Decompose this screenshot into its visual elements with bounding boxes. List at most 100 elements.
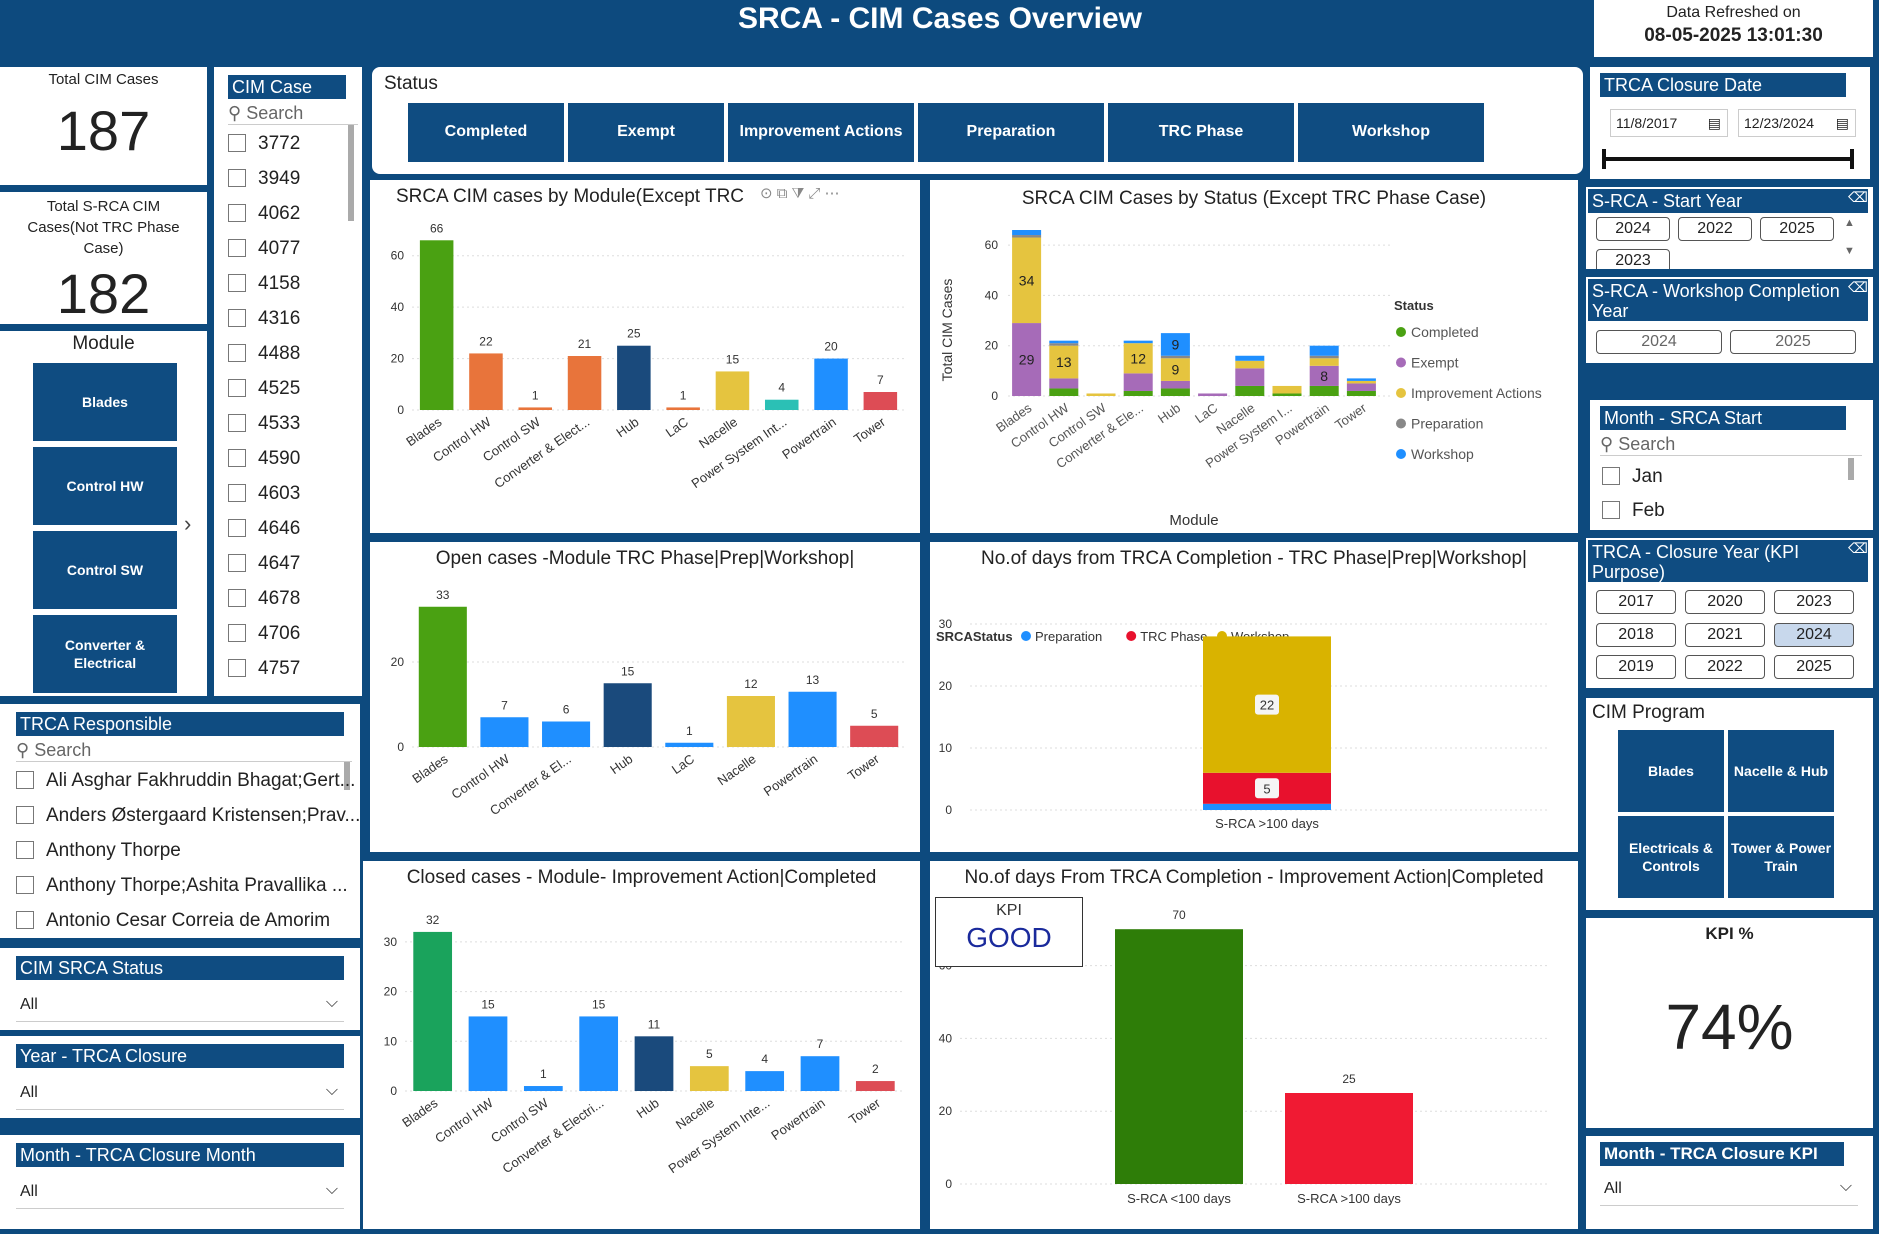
total-cases-label: Total CIM Cases [48,71,159,88]
legend-marker [1396,357,1406,368]
data-label: 29 [1019,352,1035,368]
scrollbar[interactable] [1848,458,1854,480]
month-kpi-dropdown[interactable]: All ⌵ [1600,1174,1858,1206]
cim-case-item[interactable]: 3949 [228,168,300,190]
scroll-down-icon[interactable]: ▼ [1844,245,1855,257]
month-trca-dropdown[interactable]: All ⌵ [16,1177,344,1209]
legend-label: Completed [1411,324,1479,340]
month-srca-feb[interactable]: Feb [1602,500,1665,522]
legend-label: Improvement Actions [1411,385,1542,401]
cim-case-item[interactable]: 4590 [228,448,300,470]
start-date-input[interactable]: 11/8/2017 ▤ [1610,109,1728,137]
slider-handle-end[interactable] [1850,149,1854,169]
page-title: SRCA - CIM Cases Overview [737,2,1143,35]
cim-case-item[interactable]: 4158 [228,273,300,295]
cim-case-item[interactable]: 4646 [228,518,300,540]
cim-srca-status-dropdown[interactable]: All ⌵ [16,990,344,1022]
kpi-status-label: KPI [996,902,1022,919]
module-blades-button[interactable]: Blades [33,363,177,441]
cim-case-item[interactable]: 4077 [228,238,300,260]
responsible-item[interactable]: Antonio Cesar Correia de Amorim [16,910,330,932]
cim-case-item[interactable]: 4757 [228,658,300,680]
workshop-year-2025[interactable]: 2025 [1730,330,1856,354]
chevron-right-icon[interactable]: › [184,511,191,537]
bar [788,691,837,747]
eraser-icon[interactable]: ⌫ [1848,540,1868,557]
closure-year-2024[interactable]: 2024 [1774,623,1854,647]
status-improvement-button[interactable]: Improvement Actions [728,103,914,162]
month-srca-search[interactable]: ⚲ Search [1600,434,1862,456]
closure-year-2021[interactable]: 2021 [1685,623,1765,647]
responsible-item[interactable]: Anthony Thorpe [16,840,181,862]
end-date-input[interactable]: 12/23/2024 ▤ [1738,109,1856,137]
cim-case-item[interactable]: 4533 [228,413,300,435]
chart-closed-title: Closed cases - Module- Improvement Actio… [406,867,877,888]
eraser-icon[interactable]: ⌫ [1848,189,1868,206]
slider-handle-start[interactable] [1602,149,1606,169]
program-blades-button[interactable]: Blades [1618,730,1724,812]
x-tick-label: Hub [634,1095,662,1121]
cim-case-item[interactable]: 4678 [228,588,300,610]
cim-case-item[interactable]: 3772 [228,133,300,155]
responsible-item[interactable]: Anders Østergaard Kristensen;Prav... [16,805,360,827]
module-control-hw-button[interactable]: Control HW [33,447,177,525]
bar-segment [1272,393,1302,396]
closure-year-2020[interactable]: 2020 [1685,590,1765,614]
scroll-up-icon[interactable]: ▲ [1844,217,1855,229]
module-control-sw-button[interactable]: Control SW [33,531,177,609]
status-completed-button[interactable]: Completed [408,103,564,162]
cim-case-search[interactable]: ⚲ Search [228,103,358,125]
x-tick-label: Blades [409,751,451,786]
bar-segment [1235,368,1265,386]
year-trca-dropdown[interactable]: All ⌵ [16,1078,344,1110]
start-year-2025[interactable]: 2025 [1760,217,1834,241]
trca-responsible-search[interactable]: ⚲ Search [16,740,352,762]
data-label: 4 [761,1052,768,1066]
cim-case-item[interactable]: 4316 [228,308,300,330]
bar-segment [1346,380,1376,384]
program-nacelle-hub-button[interactable]: Nacelle & Hub [1728,730,1834,812]
program-tower-button[interactable]: Tower & Power Train [1728,816,1834,898]
cim-case-item[interactable]: 4603 [228,483,300,505]
program-electricals-button[interactable]: Electricals & Controls [1618,816,1724,898]
date-range-slider[interactable] [1604,157,1852,161]
data-label: 15 [726,352,740,366]
visual-header-icons[interactable]: ⊙ ⧉ ⧩ ⤢ ⋯ [760,184,840,202]
closure-year-2025[interactable]: 2025 [1774,655,1854,679]
cim-case-item[interactable]: 4488 [228,343,300,365]
workshop-year-2024[interactable]: 2024 [1596,330,1722,354]
kpi-percent-label: KPI % [1705,924,1754,943]
closure-year-2017[interactable]: 2017 [1596,590,1676,614]
status-exempt-button[interactable]: Exempt [568,103,724,162]
data-label: 1 [680,388,687,402]
bar [523,1086,563,1091]
kpi-status-value: GOOD [966,922,1052,953]
closure-year-2019[interactable]: 2019 [1596,655,1676,679]
trca-closure-date-title: TRCA Closure Date [1600,73,1846,97]
scrollbar[interactable] [348,125,354,221]
start-year-2024[interactable]: 2024 [1596,217,1670,241]
start-year-2023[interactable]: 2023 [1596,249,1670,269]
bar-segment [1272,385,1302,394]
start-year-2022[interactable]: 2022 [1678,217,1752,241]
closure-year-2022[interactable]: 2022 [1685,655,1765,679]
status-preparation-button[interactable]: Preparation [918,103,1104,162]
status-workshop-button[interactable]: Workshop [1298,103,1484,162]
eraser-icon[interactable]: ⌫ [1848,279,1868,296]
cim-case-item[interactable]: 4706 [228,623,300,645]
bar [855,1081,895,1091]
module-slicer: Module Blades Control HW Control SW Conv… [0,331,207,696]
cim-case-item[interactable]: 4062 [228,203,300,225]
responsible-item[interactable]: Ali Asghar Fakhruddin Bhagat;Gert... [16,770,355,792]
cim-case-item[interactable]: 4647 [228,553,300,575]
cim-case-item[interactable]: 4525 [228,378,300,400]
closure-year-2023[interactable]: 2023 [1774,590,1854,614]
module-converter-button[interactable]: Converter & Electrical [33,615,177,693]
month-srca-jan[interactable]: Jan [1602,466,1663,488]
closure-year-2018[interactable]: 2018 [1596,623,1676,647]
bar [419,240,454,410]
responsible-item[interactable]: Anthony Thorpe;Ashita Pravallika ... [16,875,348,897]
cim-case-slicer: CIM Case ⚲ Search 3772 3949 4062 4077 4158 43… [214,67,362,696]
bar [469,353,503,410]
status-trc-phase-button[interactable]: TRC Phase [1108,103,1294,162]
